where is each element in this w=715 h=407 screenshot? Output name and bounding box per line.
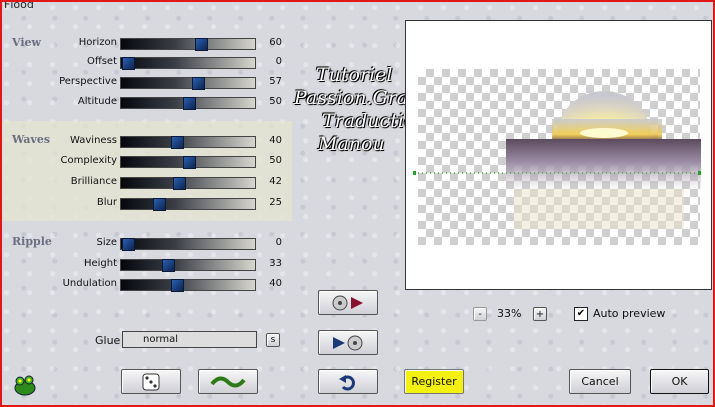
slider-horizon[interactable]: Horizon 60 — [2, 37, 292, 51]
slider-complexity[interactable]: Complexity 50 — [2, 155, 292, 169]
reset-button[interactable] — [318, 369, 378, 394]
slider-label: Size — [96, 237, 117, 248]
slider-track[interactable] — [120, 238, 256, 251]
slider-thumb[interactable] — [152, 198, 166, 211]
preview-panel — [405, 20, 712, 290]
slider-label: Perspective — [59, 76, 117, 87]
register-button[interactable]: Register — [404, 369, 464, 394]
slider-size[interactable]: Size 0 — [2, 237, 292, 251]
slider-thumb[interactable] — [170, 279, 184, 292]
slider-altitude[interactable]: Altitude 50 — [2, 96, 292, 110]
slider-waviness[interactable]: Waviness 40 — [2, 135, 292, 149]
slider-track[interactable] — [120, 77, 256, 90]
slider-thumb[interactable] — [195, 38, 209, 51]
slider-value: 33 — [269, 258, 282, 269]
slider-track[interactable] — [120, 136, 256, 149]
dice-icon — [142, 373, 160, 390]
slider-label: Waviness — [70, 135, 117, 146]
slider-thumb[interactable] — [173, 177, 187, 190]
slider-label: Height — [83, 258, 117, 269]
slider-track[interactable] — [120, 177, 256, 190]
slider-value: 60 — [269, 37, 282, 48]
zoom-out-button[interactable]: - — [473, 307, 487, 321]
slider-value: 0 — [275, 237, 282, 248]
auto-preview-label: Auto preview — [593, 307, 666, 320]
slider-thumb[interactable] — [162, 259, 176, 272]
slider-value: 50 — [269, 96, 282, 107]
undo-arrow-icon — [339, 374, 355, 390]
arrow-disc-icon — [333, 335, 363, 350]
randomize-button[interactable] — [121, 369, 181, 394]
slider-track[interactable] — [120, 279, 256, 292]
slider-thumb[interactable] — [183, 97, 196, 110]
slider-track[interactable] — [120, 97, 256, 110]
save-preset-button[interactable] — [318, 330, 378, 355]
slider-label: Horizon — [78, 37, 117, 48]
glue-select[interactable]: normal — [122, 331, 257, 348]
window-title: Flood — [4, 0, 34, 11]
slider-undulation[interactable]: Undulation 40 — [2, 278, 292, 292]
slider-label: Blur — [96, 197, 117, 208]
slider-blur[interactable]: Blur 25 — [2, 197, 292, 211]
slider-track[interactable] — [120, 198, 256, 211]
wave-icon — [210, 376, 246, 387]
slider-track[interactable] — [120, 259, 256, 272]
slider-offset[interactable]: Offset 0 — [2, 56, 292, 70]
slider-thumb[interactable] — [170, 136, 184, 149]
cancel-button[interactable]: Cancel — [569, 369, 631, 394]
zoom-level: 33% — [497, 307, 522, 320]
slider-track[interactable] — [120, 156, 256, 169]
preview-image — [413, 91, 701, 229]
slider-height[interactable]: Height 33 — [2, 258, 292, 272]
slider-thumb[interactable] — [191, 77, 205, 90]
slider-value: 0 — [275, 56, 282, 67]
slider-label: Altitude — [77, 96, 117, 107]
slider-perspective[interactable]: Perspective 57 — [2, 76, 292, 90]
glue-label: Glue — [95, 334, 121, 347]
slider-track[interactable] — [120, 38, 256, 51]
glue-dropdown-button[interactable]: s — [266, 333, 280, 347]
curve-button[interactable] — [198, 369, 258, 394]
slider-track[interactable] — [120, 57, 256, 70]
slider-brilliance[interactable]: Brilliance 42 — [2, 176, 292, 190]
load-preset-button[interactable] — [318, 290, 378, 315]
slider-thumb[interactable] — [122, 238, 135, 251]
slider-value: 50 — [269, 155, 282, 166]
slider-label: Undulation — [62, 278, 117, 289]
auto-preview-checkbox[interactable]: ✔ — [574, 307, 588, 321]
slider-label: Brilliance — [70, 176, 117, 187]
slider-value: 57 — [269, 76, 282, 87]
slider-value: 25 — [269, 197, 282, 208]
slider-value: 40 — [269, 278, 282, 289]
zoom-in-button[interactable]: + — [533, 307, 547, 321]
flood-dialog: Flood View Waves Ripple Horizon 60 Offse… — [0, 0, 715, 407]
slider-thumb[interactable] — [183, 156, 196, 169]
slider-thumb[interactable] — [122, 57, 135, 70]
ok-button[interactable]: OK — [650, 369, 709, 394]
frog-logo-icon — [14, 375, 36, 396]
slider-label: Complexity — [60, 155, 117, 166]
slider-value: 42 — [269, 176, 282, 187]
disc-arrow-icon — [332, 295, 363, 310]
slider-label: Offset — [86, 56, 117, 67]
slider-value: 40 — [269, 135, 282, 146]
